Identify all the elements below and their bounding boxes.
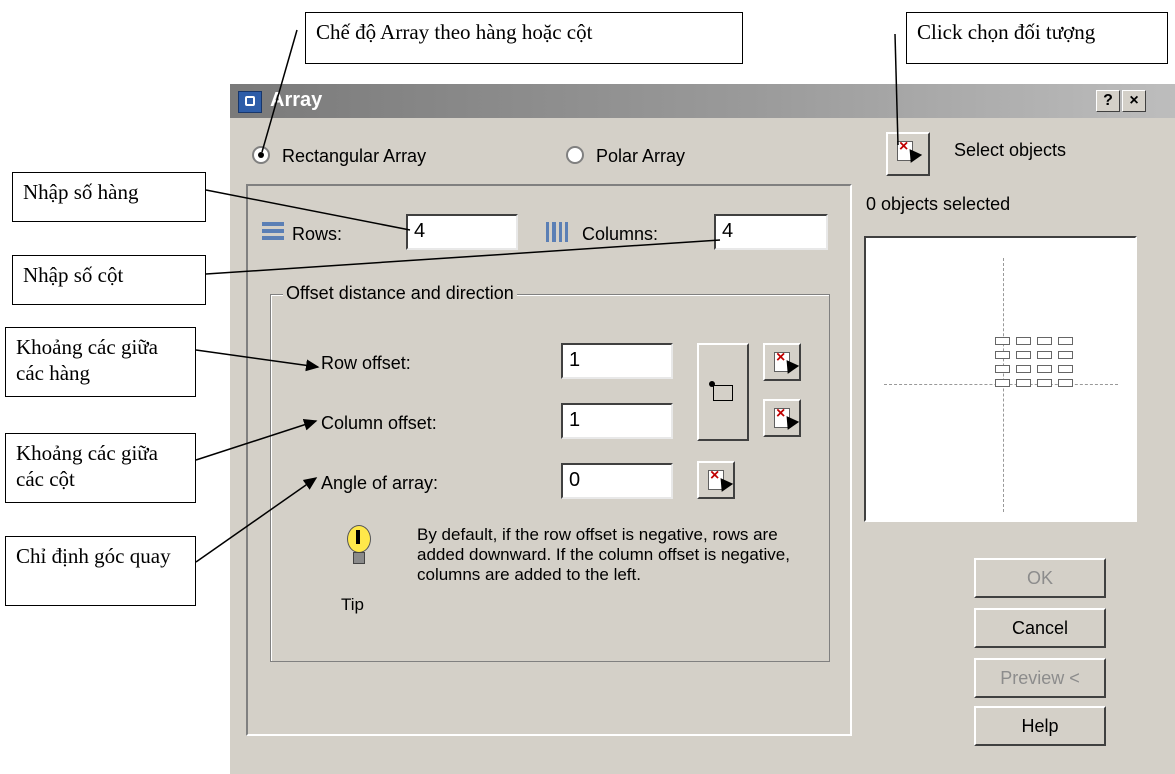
row-offset-input[interactable]: 1 [561, 343, 673, 379]
rows-label: Rows: [292, 224, 343, 244]
ok-button[interactable]: OK [974, 558, 1106, 598]
select-objects-button[interactable] [886, 132, 930, 176]
close-button[interactable]: × [1122, 90, 1146, 112]
callout-columns: Nhập số cột [12, 255, 206, 305]
row-offset-label: Row offset: [321, 353, 411, 373]
pick-both-offsets-button[interactable] [697, 343, 749, 441]
preview-cell [995, 351, 1010, 359]
cancel-button[interactable]: Cancel [974, 608, 1106, 648]
columns-icon [546, 222, 568, 242]
pick-angle-button[interactable] [697, 461, 735, 499]
polar-array-label[interactable]: Polar Array [596, 146, 685, 167]
rows-icon [262, 222, 284, 242]
offset-rect-icon [713, 385, 733, 401]
preview-cell [1016, 351, 1031, 359]
preview-cell [1037, 351, 1052, 359]
preview-cell [995, 365, 1010, 373]
offset-group-title: Offset distance and direction [283, 283, 517, 304]
columns-input[interactable]: 4 [714, 214, 828, 250]
preview-cell [1058, 365, 1073, 373]
callout-column-offset: Khoảng các giữa các cột [5, 433, 196, 503]
tip-text: By default, if the row offset is negativ… [417, 525, 790, 584]
preview-cell [1058, 351, 1073, 359]
pick-column-offset-button[interactable] [763, 399, 801, 437]
select-objects-label: Select objects [954, 140, 1067, 160]
preview-cell [1037, 379, 1052, 387]
polar-array-radio[interactable] [566, 146, 584, 164]
preview-cell [1016, 365, 1031, 373]
objects-selected-count: 0 objects selected [866, 194, 1011, 214]
rows-input[interactable]: 4 [406, 214, 518, 250]
preview-cell [1058, 337, 1073, 345]
column-offset-input[interactable]: 1 [561, 403, 673, 439]
array-dialog: Array ? × Rectangular Array Polar Array … [228, 84, 1175, 774]
offset-group: Offset distance and direction Row offset… [270, 283, 830, 662]
preview-cell [1016, 379, 1031, 387]
angle-label: Angle of array: [321, 473, 439, 493]
title-bar: Array ? × [230, 84, 1175, 118]
preview-button[interactable]: Preview < [974, 658, 1106, 698]
preview-cell [995, 337, 1010, 345]
preview-cell [1058, 379, 1073, 387]
callout-array-mode: Chế độ Array theo hàng hoặc cột [305, 12, 743, 64]
array-app-icon [238, 91, 262, 113]
pick-row-offset-button[interactable] [763, 343, 801, 381]
dialog-title: Array [270, 89, 323, 111]
column-offset-label: Column offset: [321, 413, 437, 433]
callout-angle: Chỉ định góc quay [5, 536, 196, 606]
preview-cell [995, 379, 1010, 387]
callout-row-offset: Khoảng các giữa các hàng [5, 327, 196, 397]
preview-cell [1016, 337, 1031, 345]
array-preview [864, 236, 1137, 522]
columns-label: Columns: [582, 224, 659, 244]
rectangular-panel: Rows: 4 Columns: 4 Offset distance and d… [246, 184, 852, 736]
angle-input[interactable]: 0 [561, 463, 673, 499]
preview-cell [1037, 365, 1052, 373]
preview-cell [1037, 337, 1052, 345]
offset-point-icon [709, 381, 715, 387]
rectangular-array-label[interactable]: Rectangular Array [282, 146, 426, 167]
help-title-button[interactable]: ? [1096, 90, 1120, 112]
tip-label: Tip [341, 595, 364, 614]
callout-rows: Nhập số hàng [12, 172, 206, 222]
callout-select-objects: Click chọn đối tượng [906, 12, 1168, 64]
rectangular-array-radio[interactable] [252, 146, 270, 164]
lightbulb-icon [343, 525, 373, 575]
help-button[interactable]: Help [974, 706, 1106, 746]
